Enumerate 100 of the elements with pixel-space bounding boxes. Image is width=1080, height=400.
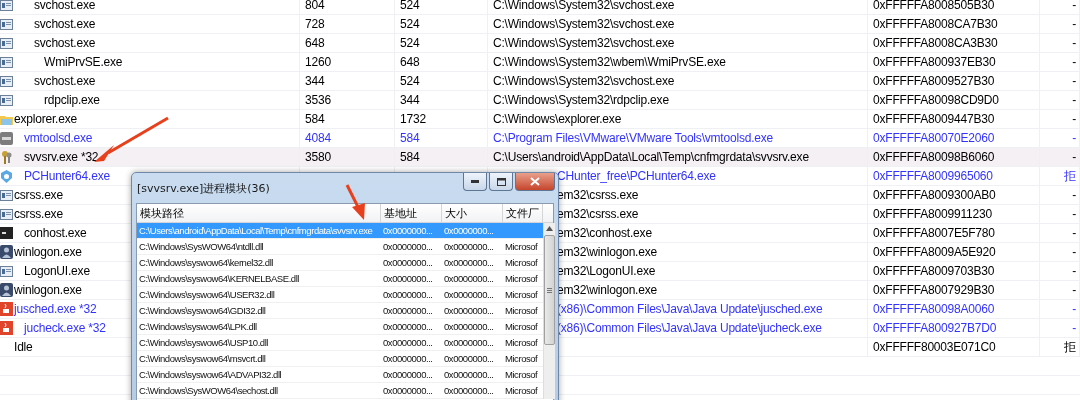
image-path: em32\LogonUI.exe bbox=[557, 264, 656, 278]
file-vendor: Microsof bbox=[504, 240, 539, 254]
close-button[interactable] bbox=[515, 173, 555, 191]
window-icon bbox=[0, 74, 13, 88]
eprocess-address: 0xFFFFFA8009527B30 bbox=[873, 74, 995, 88]
process-name: winlogon.exe bbox=[14, 283, 82, 297]
window-icon bbox=[0, 207, 13, 221]
module-path: C:\Windows\syswow64\USER32.dll bbox=[138, 288, 276, 302]
cup-icon bbox=[0, 302, 13, 316]
module-size: 0x0000000... bbox=[443, 368, 495, 382]
window-icon bbox=[0, 36, 13, 50]
maximize-button[interactable] bbox=[489, 173, 513, 191]
parent-pid-text: 584 bbox=[400, 131, 420, 145]
process-row[interactable]: svchost.exe 804 524 C:\Windows\System32\svchost.exe 0xFFFFFA8008505B30 - bbox=[0, 0, 1080, 15]
access-status: - bbox=[1072, 283, 1076, 297]
process-name: vmtoolsd.exe bbox=[24, 131, 93, 145]
module-path: C:\Windows\syswow64\ADVAPI32.dll bbox=[138, 368, 283, 382]
base-address: 0x0000000... bbox=[382, 288, 434, 302]
eprocess-address: 0xFFFFF80003E071C0 bbox=[873, 340, 996, 354]
eprocess-address: 0xFFFFFA8009965060 bbox=[873, 169, 993, 183]
process-name: conhost.exe bbox=[24, 226, 87, 240]
parent-pid-text: 1732 bbox=[400, 112, 426, 126]
base-address: 0x0000000... bbox=[382, 352, 434, 366]
module-path: C:\Windows\SysWOW64\sechost.dll bbox=[138, 384, 279, 398]
eprocess-address: 0xFFFFFA8009703B30 bbox=[873, 264, 995, 278]
access-status: - bbox=[1072, 207, 1076, 221]
module-size: 0x0000000... bbox=[443, 256, 495, 270]
file-vendor: Microsof bbox=[504, 272, 539, 286]
image-path: C:\Windows\System32\wbem\WmiPrvSE.exe bbox=[493, 55, 726, 69]
file-vendor: Microsof bbox=[504, 368, 539, 382]
parent-pid-text: 524 bbox=[400, 0, 420, 12]
column-header[interactable]: 基地址 bbox=[381, 204, 442, 222]
eprocess-address: 0xFFFFFA8008CA3B30 bbox=[873, 36, 998, 50]
base-address: 0x0000000... bbox=[382, 304, 434, 318]
column-header[interactable]: 大小 bbox=[442, 204, 503, 222]
eprocess-address: 0xFFFFFA800937EB30 bbox=[873, 55, 996, 69]
eprocess-address: 0xFFFFFA80098B6060 bbox=[873, 150, 995, 164]
window-icon bbox=[0, 17, 13, 31]
image-path: em32\winlogon.exe bbox=[557, 245, 657, 259]
image-path: (x86)\Common Files\Java\Java Update\jusched.exe bbox=[557, 302, 823, 316]
console-icon bbox=[0, 227, 13, 239]
scroll-up-icon[interactable] bbox=[546, 226, 553, 231]
process-row[interactable]: svvsrv.exe *32 3580 584 C:\Users\android\AppData\Local\Temp\cnfmgrdata\svvsrv.exe 0xFFFFFA80098B6060 - bbox=[0, 148, 1080, 167]
access-status: - bbox=[1072, 74, 1076, 88]
window-icon bbox=[0, 0, 13, 12]
pid-text: 344 bbox=[305, 74, 325, 88]
process-row[interactable]: svchost.exe 344 524 C:\Windows\System32\svchost.exe 0xFFFFFA8009527B30 - bbox=[0, 72, 1080, 91]
module-size: 0x0000000... bbox=[443, 224, 495, 238]
window-icon bbox=[0, 55, 13, 69]
window-icon bbox=[0, 93, 13, 107]
scroll-thumb[interactable] bbox=[544, 235, 555, 345]
column-header[interactable]: 文件厂 bbox=[503, 204, 543, 222]
process-name: LogonUI.exe bbox=[24, 264, 90, 278]
process-name: csrss.exe bbox=[14, 207, 63, 221]
image-path: em32\csrss.exe bbox=[557, 207, 639, 221]
minimize-button[interactable] bbox=[463, 173, 487, 191]
process-row[interactable]: rdpclip.exe 3536 344 C:\Windows\System32\rdpclip.exe 0xFFFFFA80098CD9D0 - bbox=[0, 91, 1080, 110]
process-name: Idle bbox=[14, 340, 33, 354]
parent-pid-text: 524 bbox=[400, 74, 420, 88]
parent-pid-text: 648 bbox=[400, 55, 420, 69]
module-path: C:\Windows\syswow64\msvcrt.dll bbox=[138, 352, 267, 366]
access-status: - bbox=[1072, 226, 1076, 240]
image-path: C:\Users\android\AppData\Local\Temp\cnfmgrdata\svvsrv.exe bbox=[493, 150, 809, 164]
process-name: PCHunter64.exe bbox=[24, 169, 110, 183]
process-row[interactable]: WmiPrvSE.exe 1260 648 C:\Windows\System32\wbem\WmiPrvSE.exe 0xFFFFFA800937EB30 - bbox=[0, 53, 1080, 72]
scrollbar[interactable] bbox=[543, 223, 555, 399]
module-path: C:\Windows\syswow64\USP10.dll bbox=[138, 336, 269, 350]
image-path: C:\Windows\explorer.exe bbox=[493, 112, 622, 126]
access-status: - bbox=[1072, 112, 1076, 126]
module-size: 0x0000000... bbox=[443, 240, 495, 254]
base-address: 0x0000000... bbox=[382, 272, 434, 286]
process-row[interactable]: svchost.exe 648 524 C:\Windows\System32\svchost.exe 0xFFFFFA8008CA3B30 - bbox=[0, 34, 1080, 53]
module-size: 0x0000000... bbox=[443, 304, 495, 318]
access-status: - bbox=[1072, 93, 1076, 107]
process-row[interactable]: vmtoolsd.exe 4084 584 C:\Program Files\VMware\VMware Tools\vmtoolsd.exe 0xFFFFFA80070E2060 - bbox=[0, 129, 1080, 148]
eprocess-address: 0xFFFFFA8009300AB0 bbox=[873, 188, 996, 202]
parent-pid-text: 524 bbox=[400, 17, 420, 31]
pid-text: 584 bbox=[305, 112, 325, 126]
process-name: svchost.exe bbox=[34, 36, 96, 50]
maximize-icon bbox=[496, 177, 506, 186]
process-name: explorer.exe bbox=[14, 112, 77, 126]
file-vendor: Microsof bbox=[504, 288, 539, 302]
access-status: 拒 bbox=[1064, 338, 1076, 356]
process-name: svchost.exe bbox=[34, 0, 96, 12]
process-name: svchost.exe bbox=[34, 17, 96, 31]
access-status: - bbox=[1072, 0, 1076, 12]
user-icon bbox=[0, 283, 13, 297]
access-status: - bbox=[1072, 36, 1076, 50]
file-vendor: Microsof bbox=[504, 320, 539, 334]
image-path: C:\Windows\System32\rdpclip.exe bbox=[493, 93, 669, 107]
process-row[interactable]: svchost.exe 728 524 C:\Windows\System32\svchost.exe 0xFFFFFA8008CA7B30 - bbox=[0, 15, 1080, 34]
access-status: - bbox=[1072, 264, 1076, 278]
process-row[interactable]: explorer.exe 584 1732 C:\Windows\explorer.exe 0xFFFFFA8009447B30 - bbox=[0, 110, 1080, 129]
base-address: 0x0000000... bbox=[382, 320, 434, 334]
eprocess-address: 0xFFFFFA8008505B30 bbox=[873, 0, 995, 12]
process-name: svchost.exe bbox=[34, 74, 96, 88]
file-vendor: Microsof bbox=[504, 384, 539, 398]
eprocess-address: 0xFFFFFA80098CD9D0 bbox=[873, 93, 999, 107]
pid-text: 648 bbox=[305, 36, 325, 50]
pid-text: 3536 bbox=[305, 93, 331, 107]
